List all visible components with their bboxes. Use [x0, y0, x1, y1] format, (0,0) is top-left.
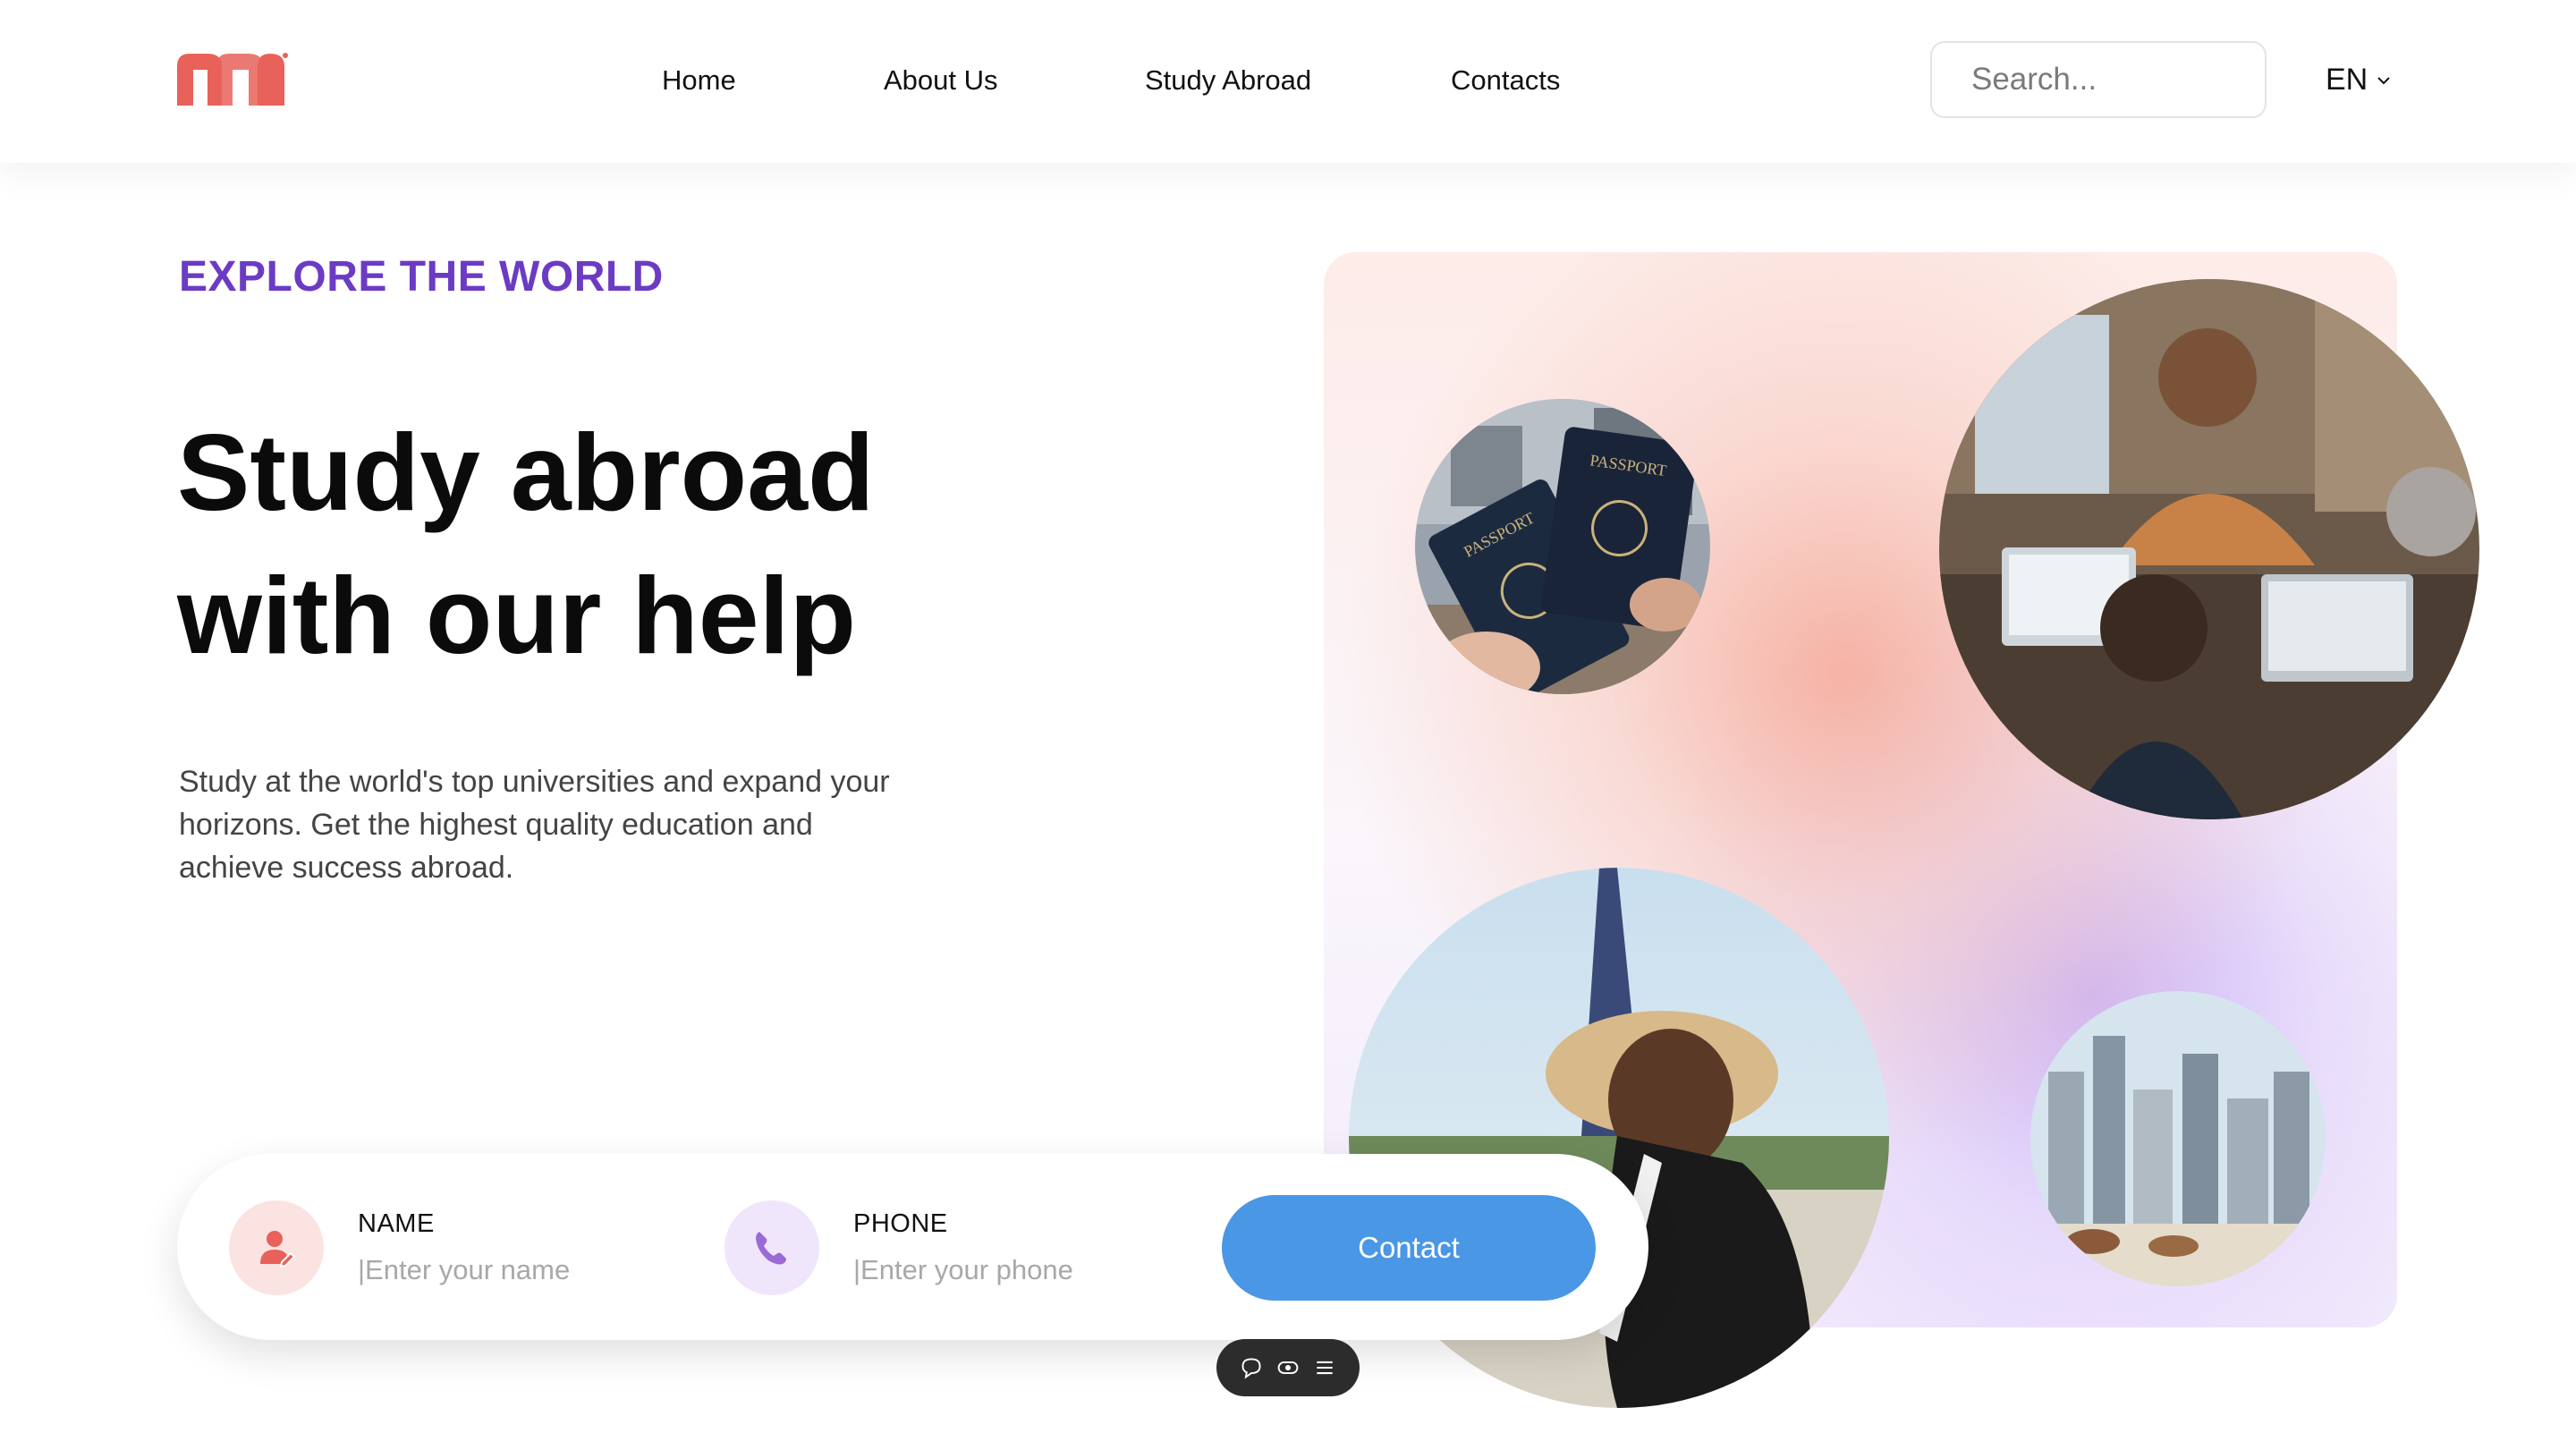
m-logo-icon[interactable] [177, 50, 290, 106]
nav-home[interactable]: Home [662, 64, 736, 97]
hero-description: Study at the world's top universities an… [179, 765, 890, 885]
language-selector[interactable]: EN [2326, 63, 2393, 98]
user-icon [229, 1200, 324, 1295]
hero-eyebrow: EXPLORE THE WORLD [179, 253, 664, 301]
phone-input[interactable] [853, 1254, 1148, 1286]
students-photo [1939, 279, 2479, 819]
language-label: EN [2326, 63, 2368, 97]
floating-toolbar [1216, 1339, 1360, 1396]
search-input[interactable] [1930, 41, 2267, 118]
passports-photo: PASSPORT PASSPORT [1415, 399, 1710, 694]
hero-headline: Study abroad with our help [177, 401, 982, 687]
eye-icon[interactable] [1275, 1354, 1301, 1381]
chevron-down-icon [2377, 76, 2390, 84]
nav-about-us[interactable]: About Us [884, 64, 998, 97]
headline-line-1: Study abroad [177, 411, 875, 533]
contact-form: NAME PHONE Contact [177, 1154, 1648, 1340]
phone-icon [724, 1200, 819, 1295]
contact-button[interactable]: Contact [1222, 1195, 1596, 1301]
nav-study-abroad[interactable]: Study Abroad [1145, 64, 1311, 97]
name-input[interactable] [358, 1254, 653, 1286]
site-header: Home About Us Study Abroad Contacts EN [0, 0, 2576, 163]
chat-icon[interactable] [1238, 1354, 1265, 1381]
city-skyline-photo [2030, 991, 2326, 1286]
name-label: NAME [358, 1209, 435, 1238]
headline-line-2: with our help [177, 555, 857, 676]
phone-label: PHONE [853, 1209, 948, 1238]
nav-contacts[interactable]: Contacts [1451, 64, 1560, 97]
menu-icon[interactable] [1311, 1354, 1338, 1381]
